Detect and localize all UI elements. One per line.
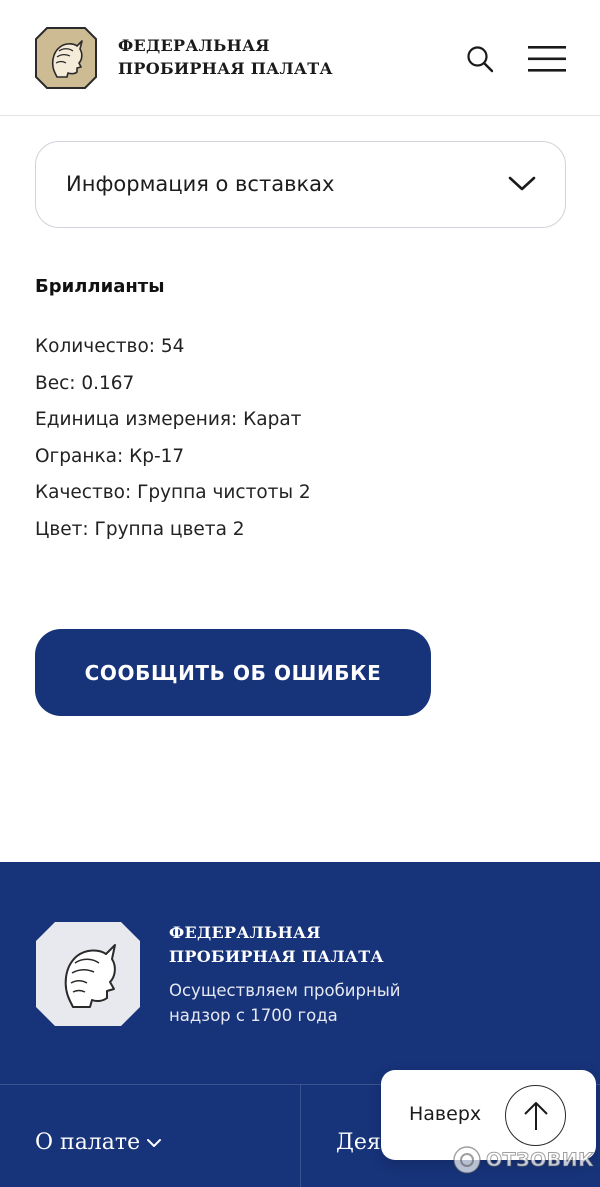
arrow-up-icon (505, 1085, 566, 1146)
brand-line-1: ФЕДЕРАЛЬНАЯ (118, 36, 270, 55)
brand-line-2: ПРОБИРНАЯ ПАЛАТА (118, 59, 333, 78)
chevron-down-icon (508, 176, 536, 191)
watermark-logo-icon (453, 1146, 481, 1174)
search-icon (467, 46, 494, 73)
footer-logo-emblem-icon[interactable] (35, 921, 141, 1027)
property-unit: Единица измерения: Карат (35, 409, 302, 431)
property-quality: Качество: Группа чистоты 2 (35, 482, 311, 504)
footer-brand-line-2: ПРОБИРНАЯ ПАЛАТА (169, 947, 384, 966)
footer-brand-name[interactable]: ФЕДЕРАЛЬНАЯ ПРОБИРНАЯ ПАЛАТА (169, 921, 384, 969)
property-weight: Вес: 0.167 (35, 372, 135, 394)
watermark-text: ОТЗОВИК (485, 1149, 595, 1172)
footer-nav-about[interactable]: О палате (35, 1130, 162, 1155)
chevron-down-icon (147, 1139, 162, 1147)
inserts-property-list: Количество: 54 Вес: 0.167 Единица измере… (35, 329, 311, 549)
inserts-heading: Бриллианты (35, 276, 165, 297)
property-cut: Огранка: Кр-17 (35, 445, 185, 467)
logo-emblem-icon[interactable] (35, 27, 97, 89)
search-button[interactable] (465, 44, 495, 74)
footer-nav-about-label: О палате (35, 1130, 141, 1155)
footer-tagline: Осуществляем пробирный надзор с 1700 год… (169, 981, 401, 1025)
brand-name[interactable]: ФЕДЕРАЛЬНАЯ ПРОБИРНАЯ ПАЛАТА (118, 34, 333, 80)
otzovik-watermark: ОТЗОВИК (452, 1144, 595, 1176)
accordion-title: Информация о вставках (66, 172, 335, 196)
hamburger-menu-icon (528, 46, 566, 72)
footer-brand-line-1: ФЕДЕРАЛЬНАЯ (169, 923, 321, 942)
menu-button[interactable] (527, 44, 567, 74)
inserts-info-accordion[interactable]: Информация о вставках (35, 141, 566, 228)
scroll-to-top-label: Наверх (409, 1103, 482, 1125)
property-color: Цвет: Группа цвета 2 (35, 518, 245, 540)
report-error-button[interactable]: СООБЩИТЬ ОБ ОШИБКЕ (35, 629, 431, 716)
footer-nav-activity[interactable]: Дея (336, 1130, 381, 1155)
footer-vertical-divider (300, 1085, 301, 1187)
site-header: ФЕДЕРАЛЬНАЯ ПРОБИРНАЯ ПАЛАТА (0, 0, 600, 116)
property-quantity: Количество: 54 (35, 336, 185, 357)
